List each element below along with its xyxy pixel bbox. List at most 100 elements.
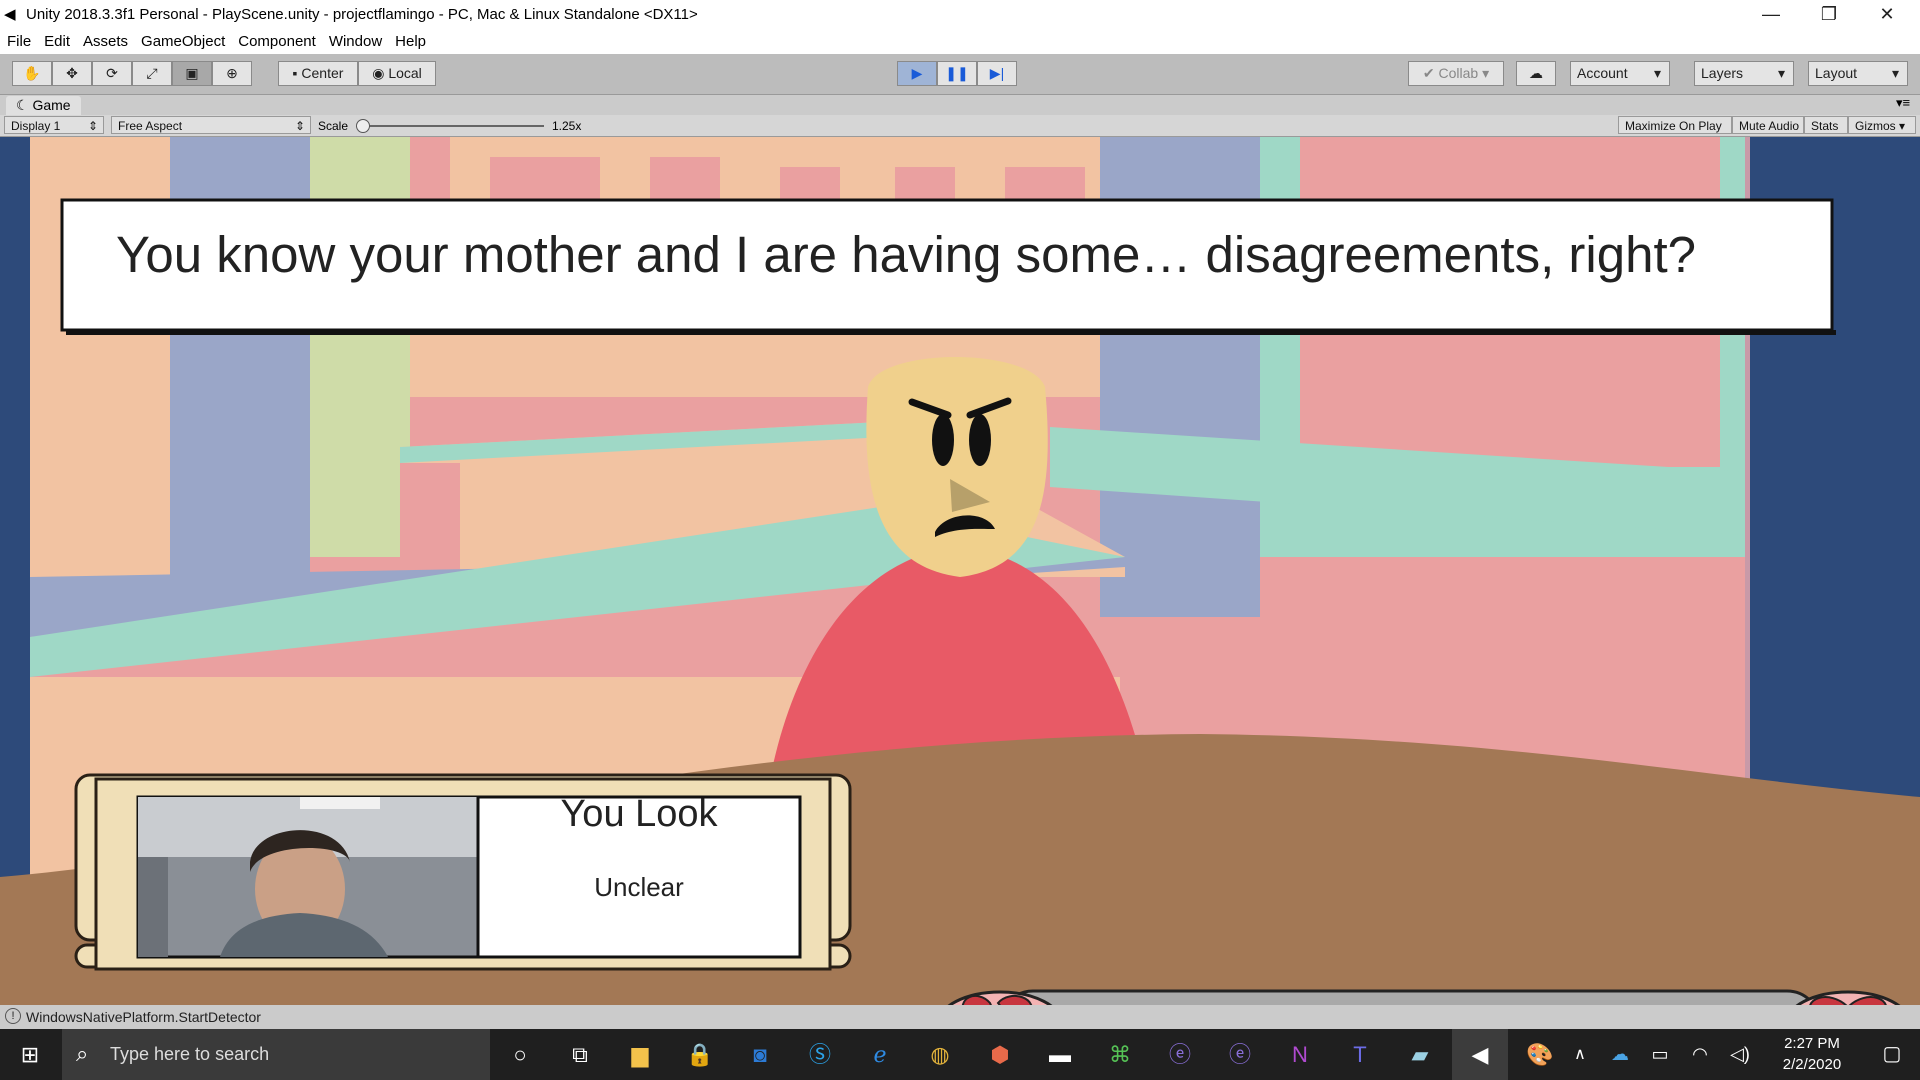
status-value: Unclear	[594, 872, 684, 902]
play-icon: ▶	[911, 65, 923, 81]
status-title: You Look	[560, 793, 718, 835]
emacs-icon[interactable]: ⓔ	[1152, 1029, 1208, 1080]
move-tool-icon[interactable]: ✥	[52, 61, 92, 86]
transform-tool-icon[interactable]: ⊕	[212, 61, 252, 86]
game-tab-label: Game	[32, 97, 71, 113]
collab-button[interactable]: ✔ Collab ▾	[1408, 61, 1504, 86]
updown-icon: ⇕	[87, 119, 98, 133]
game-tab-icon: ☾	[16, 97, 29, 113]
emacs-alt-icon[interactable]: ⓔ	[1212, 1029, 1268, 1080]
scale-label: Scale	[318, 119, 349, 133]
hand-tool-icon[interactable]: ✋	[12, 61, 52, 86]
pivot-label: Center	[301, 65, 344, 81]
webcam-light	[300, 797, 380, 809]
account-label: Account	[1577, 65, 1628, 81]
layers-dropdown[interactable]: Layers ▾	[1694, 61, 1794, 86]
chrome-browser-icon[interactable]: ◍	[912, 1029, 968, 1080]
character-left-eye	[932, 414, 954, 466]
chevron-down-icon: ▾	[1891, 65, 1899, 81]
pause-button[interactable]: ❚❚	[937, 61, 977, 86]
title-bar: ◀ Unity 2018.3.3f1 Personal - PlayScene.…	[0, 0, 1920, 30]
toolbar: ✋ ✥ ⟳ ⤢ ▣ ⊕ ▪ Center ◉ Local ▶ ❚❚ ▶| ✔ C…	[0, 54, 1920, 95]
meter-track	[1004, 989, 1816, 1005]
skype-icon[interactable]: Ⓢ	[792, 1029, 848, 1080]
cloud-button[interactable]: ☁	[1516, 61, 1556, 86]
volume-icon[interactable]: ◁)	[1720, 1029, 1760, 1080]
status-bar: ! WindowsNativePlatform.StartDetector	[0, 1005, 1920, 1029]
pause-icon: ❚❚	[945, 65, 969, 81]
gizmos-dropdown[interactable]: Gizmos ▾	[1848, 116, 1916, 134]
minimize-button[interactable]: —	[1742, 0, 1800, 30]
status-message[interactable]: WindowsNativePlatform.StartDetector	[26, 1009, 261, 1025]
tab-game[interactable]: ☾ Game	[6, 96, 81, 115]
menu-window[interactable]: Window	[322, 30, 388, 50]
cortana-icon[interactable]: ○	[492, 1029, 548, 1080]
step-icon: ▶|	[989, 65, 1005, 81]
task-view-icon[interactable]: ⧉	[552, 1029, 608, 1080]
terminal-icon[interactable]: ▬	[1032, 1029, 1088, 1080]
menu-edit[interactable]: Edit	[37, 30, 76, 50]
info-icon: !	[5, 1008, 21, 1024]
maximize-on-play-toggle[interactable]: Maximize On Play	[1618, 116, 1732, 134]
notes-app-icon[interactable]: ▰	[1392, 1029, 1448, 1080]
3d-viewer-icon[interactable]: ⬢	[972, 1029, 1028, 1080]
menu-file[interactable]: File	[0, 30, 37, 50]
rotate-tool-icon[interactable]: ⟳	[92, 61, 132, 86]
game-view[interactable]: You know your mother and I are having so…	[0, 137, 1920, 1005]
search-box[interactable]: ⌕ Type here to search	[62, 1029, 490, 1080]
taskbar: ⊞ ⌕ Type here to search ○ ⧉ ▆ 🔒 ◙ Ⓢ ℯ ◍ …	[0, 1029, 1920, 1080]
file-explorer-icon[interactable]: ▆	[612, 1029, 668, 1080]
scale-slider-track[interactable]	[358, 125, 544, 127]
clock[interactable]: 2:27 PM 2/2/2020	[1762, 1033, 1862, 1075]
chevron-down-icon: ▾	[1777, 65, 1785, 81]
rect-tool-icon[interactable]: ▣	[172, 61, 212, 86]
search-placeholder: Type here to search	[110, 1044, 270, 1064]
close-button[interactable]: ✕	[1858, 0, 1916, 30]
aspect-dropdown[interactable]: Free Aspect ⇕	[111, 116, 311, 134]
edge-browser-icon[interactable]: ℯ	[852, 1029, 908, 1080]
space-local-button[interactable]: ◉ Local	[358, 61, 436, 86]
menu-help[interactable]: Help	[388, 30, 432, 50]
chevron-down-icon: ▾	[1653, 65, 1661, 81]
show-hidden-icons-icon[interactable]: ∧	[1560, 1029, 1600, 1080]
tab-menu-icon[interactable]: ▾≡	[1896, 95, 1910, 111]
menu-component[interactable]: Component	[231, 30, 322, 50]
layers-label: Layers	[1701, 65, 1744, 81]
cmd-tool-icon[interactable]: ⌘	[1092, 1029, 1148, 1080]
layout-dropdown[interactable]: Layout ▾	[1808, 61, 1908, 86]
onedrive-icon[interactable]: ☁	[1600, 1029, 1640, 1080]
game-tab-bar: ☾ Game ▾≡	[0, 95, 1920, 115]
clock-time: 2:27 PM	[1784, 1035, 1840, 1052]
updown-icon: ⇕	[294, 119, 305, 133]
unity-taskbar-icon[interactable]: ◀	[1452, 1029, 1508, 1080]
dialog-shadow	[66, 330, 1836, 335]
mute-audio-toggle[interactable]: Mute Audio	[1732, 116, 1804, 134]
windows-start-icon[interactable]: ⊞	[2, 1029, 58, 1080]
game-view-bar: Display 1 ⇕ Free Aspect ⇕ Scale 1.25x Maxi…	[0, 115, 1920, 137]
dialog-text: You know your mother and I are having so…	[116, 226, 1696, 283]
notifications-icon[interactable]: ▢	[1864, 1029, 1920, 1080]
clock-date: 2/2/2020	[1782, 1056, 1842, 1073]
play-button[interactable]: ▶	[897, 61, 937, 86]
outlook-icon[interactable]: ◙	[732, 1029, 788, 1080]
layout-label: Layout	[1815, 65, 1858, 81]
vpn-lock-icon[interactable]: 🔒	[672, 1029, 728, 1080]
scale-slider-thumb[interactable]	[356, 119, 370, 133]
account-dropdown[interactable]: Account ▾	[1570, 61, 1670, 86]
battery-icon[interactable]: ▭	[1640, 1029, 1680, 1080]
menu-gameobject[interactable]: GameObject	[134, 30, 231, 50]
menu-assets[interactable]: Assets	[76, 30, 134, 50]
space-label: Local	[388, 65, 422, 81]
unity-logo-icon: ◀	[4, 6, 16, 23]
pivot-center-button[interactable]: ▪ Center	[278, 61, 358, 86]
aspect-label: Free Aspect	[118, 119, 183, 133]
display-dropdown[interactable]: Display 1 ⇕	[4, 116, 104, 134]
onenote-icon[interactable]: N	[1272, 1029, 1328, 1080]
maximize-button[interactable]: ❐	[1800, 0, 1858, 30]
step-button[interactable]: ▶|	[977, 61, 1017, 86]
stats-toggle[interactable]: Stats	[1804, 116, 1848, 134]
scale-tool-icon[interactable]: ⤢	[132, 61, 172, 86]
wifi-icon[interactable]: ◠	[1680, 1029, 1720, 1080]
scale-value: 1.25x	[552, 119, 582, 133]
teams-icon[interactable]: T	[1332, 1029, 1388, 1080]
